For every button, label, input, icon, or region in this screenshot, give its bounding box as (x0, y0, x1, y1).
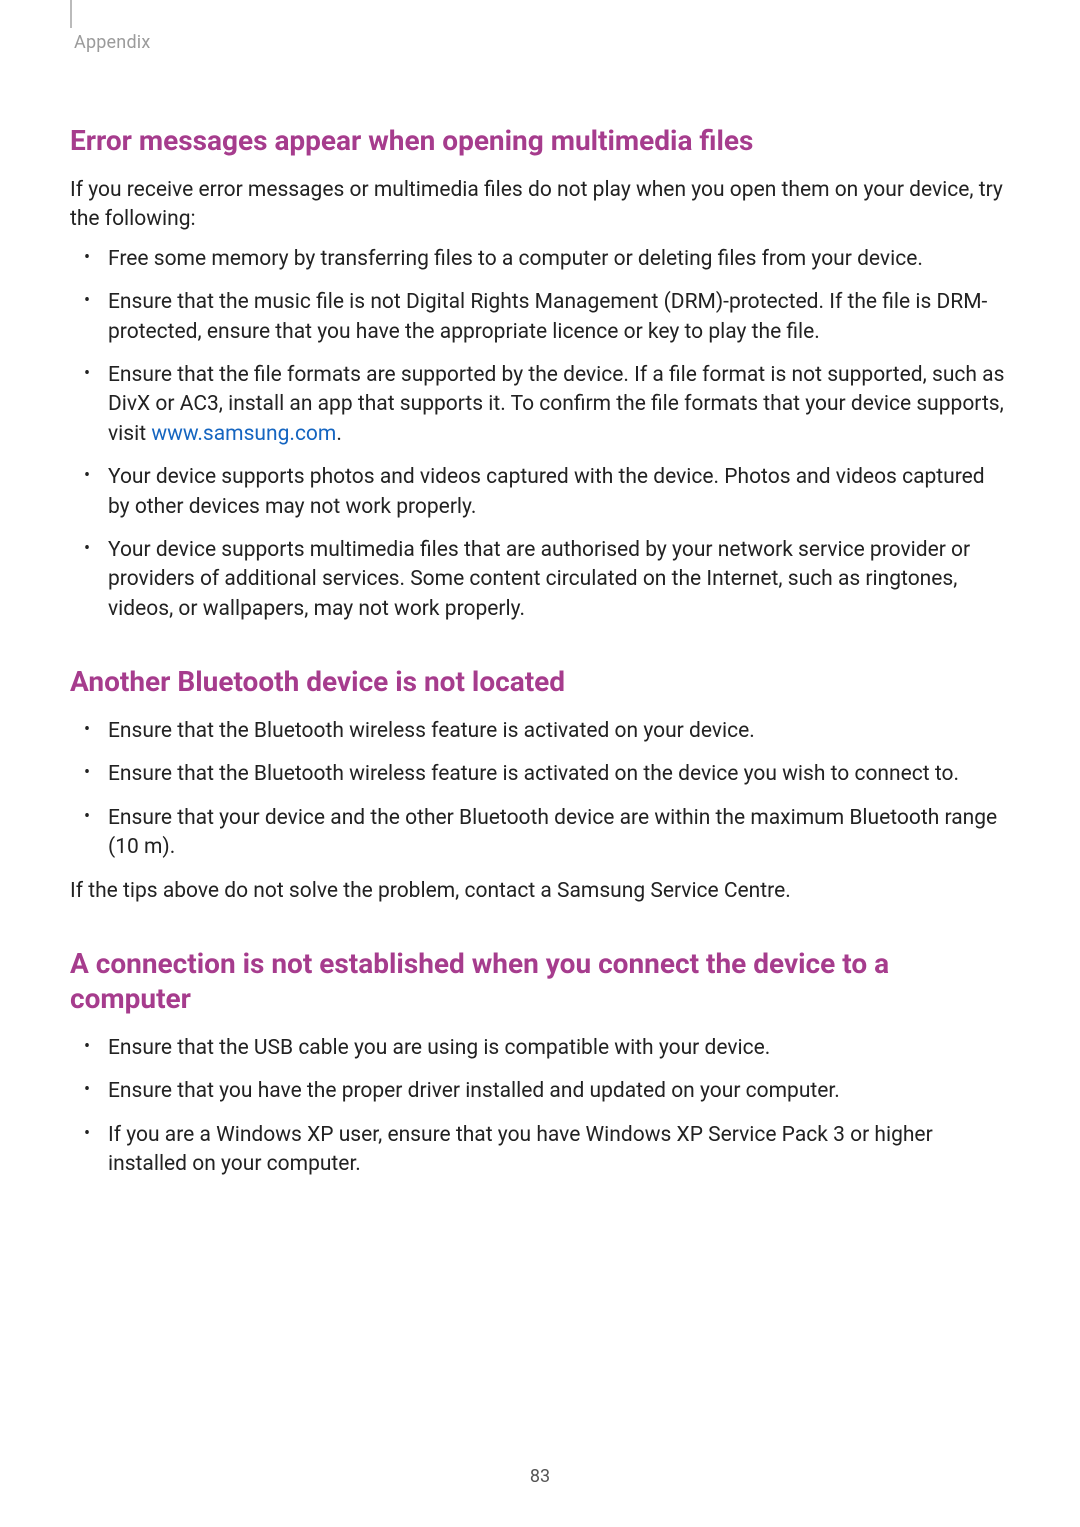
section-title-bluetooth: Another Bluetooth device is not located (70, 664, 1010, 699)
samsung-link[interactable]: www.samsung.com (151, 422, 336, 446)
list-item: Ensure that the file formats are support… (106, 361, 1010, 449)
list-item: Ensure that the Bluetooth wireless featu… (106, 760, 1010, 789)
list-item: If you are a Windows XP user, ensure tha… (106, 1121, 1010, 1180)
list-item: Ensure that your device and the other Bl… (106, 804, 1010, 863)
page-body: Appendix Error messages appear when open… (0, 0, 1080, 1180)
list-item: Your device supports photos and videos c… (106, 463, 1010, 522)
section-outro: If the tips above do not solve the probl… (70, 877, 1010, 906)
section-title-multimedia: Error messages appear when opening multi… (70, 123, 1010, 158)
bullet-list: Ensure that the Bluetooth wireless featu… (70, 717, 1010, 863)
page-number: 83 (0, 1466, 1080, 1487)
section-title-usb: A connection is not established when you… (70, 946, 1010, 1016)
bullet-list: Ensure that the USB cable you are using … (70, 1034, 1010, 1180)
list-item: Ensure that the USB cable you are using … (106, 1034, 1010, 1063)
list-item: Ensure that you have the proper driver i… (106, 1077, 1010, 1106)
header-rule (70, 0, 72, 28)
list-item: Free some memory by transferring files t… (106, 245, 1010, 274)
list-item: Ensure that the Bluetooth wireless featu… (106, 717, 1010, 746)
list-item-post: . (336, 422, 342, 446)
section-intro: If you receive error messages or multime… (70, 176, 1010, 235)
list-item: Your device supports multimedia files th… (106, 536, 1010, 624)
section-label: Appendix (74, 32, 1010, 53)
bullet-list: Free some memory by transferring files t… (70, 245, 1010, 624)
list-item: Ensure that the music file is not Digita… (106, 288, 1010, 347)
